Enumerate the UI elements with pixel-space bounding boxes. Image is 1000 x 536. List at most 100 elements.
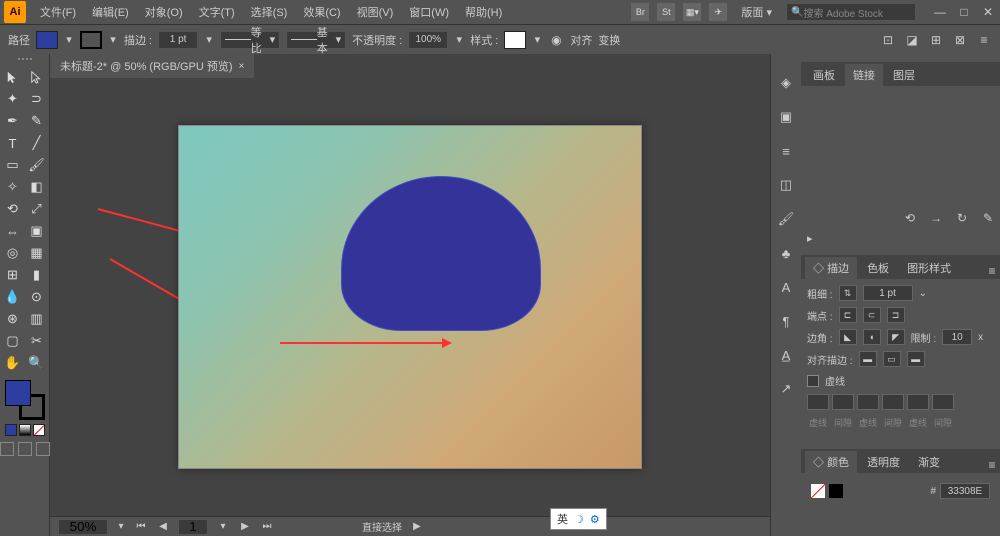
fill-color-indicator[interactable] [5,380,31,406]
menu-file[interactable]: 文件(F) [34,2,82,22]
graphic-style-swatch[interactable] [504,31,526,49]
arrange-icon[interactable]: ▦▾ [683,3,701,21]
paragraph-icon[interactable]: ¶ [777,312,795,330]
draw-normal[interactable] [0,442,14,456]
shape-builder-tool[interactable]: ◎ [1,242,25,264]
fill-stroke-indicator[interactable] [5,380,45,420]
transform-icon[interactable]: ⊠ [952,32,968,48]
opacity-input[interactable] [408,31,448,49]
stroke-weight-input[interactable] [158,31,198,49]
brushes-icon[interactable]: 🖌 [777,210,795,228]
dash-2[interactable] [857,394,879,410]
artboards-icon[interactable]: ▣ [777,108,795,126]
workspace-switcher[interactable]: 版面 ▾ [735,4,778,20]
zoom-dropdown[interactable]: ▾ [116,521,126,532]
color-panel-menu[interactable]: ≡ [984,457,1000,473]
draw-inside[interactable] [36,442,50,456]
update-link-icon[interactable]: ↻ [954,210,970,226]
cap-projecting[interactable]: ⊐ [887,307,905,323]
glyphs-icon[interactable]: A̲ [777,346,795,364]
weight-dropdown[interactable]: ⌄ [919,288,927,299]
brush-preset[interactable]: 基本▾ [286,31,346,49]
opacity-dropdown[interactable]: ▾ [454,33,464,46]
crop-icon[interactable]: ⊞ [928,32,944,48]
weight-stepper[interactable]: ⇅ [839,285,857,301]
panel-menu-icon[interactable]: ≡ [976,32,992,48]
tab-links[interactable]: 链接 [845,64,883,86]
type-tool[interactable]: T [1,132,25,154]
tab-color[interactable]: ◇ 颜色 [805,451,857,473]
artboard-tool[interactable]: ▢ [1,330,25,352]
black-swatch[interactable] [829,484,843,498]
profile-preset[interactable]: 等比▾ [220,31,280,49]
zoom-input[interactable] [58,519,108,535]
menu-help[interactable]: 帮助(H) [459,2,508,22]
transform-link[interactable]: 变换 [598,32,620,48]
first-artboard[interactable]: ⏮ [134,521,148,532]
gap-1[interactable] [832,394,854,410]
line-tool[interactable]: ╱ [25,132,49,154]
color-mode-none[interactable] [33,424,45,436]
none-swatch[interactable] [811,484,825,498]
feedback-icon[interactable]: ✈ [709,3,727,21]
stock-icon[interactable]: St [657,3,675,21]
tab-swatches[interactable]: 色板 [859,257,897,279]
symbol-sprayer-tool[interactable]: ⊛ [1,308,25,330]
blend-tool[interactable]: ⊙ [25,286,49,308]
miter-limit-input[interactable] [942,329,972,345]
ime-gear-icon[interactable]: ⚙ [590,513,600,526]
fill-dropdown[interactable]: ▾ [64,33,74,46]
next-artboard[interactable]: ▶ [238,521,252,532]
links-expand[interactable]: ▸ [801,230,1000,247]
tab-transparency[interactable]: 透明度 [859,451,908,473]
tab-artboards[interactable]: 画板 [805,64,843,86]
cap-butt[interactable]: ⊏ [839,307,857,323]
export-icon[interactable]: ↗ [777,380,795,398]
bridge-icon[interactable]: Br [631,3,649,21]
cap-round[interactable]: ⊂ [863,307,881,323]
draw-behind[interactable] [18,442,32,456]
color-mode-gradient[interactable] [19,424,31,436]
align-icon[interactable]: ≡ [777,142,795,160]
tab-stroke[interactable]: ◇ 描边 [805,257,857,279]
canvas[interactable] [50,78,770,516]
pen-tool[interactable]: ✒ [1,110,25,132]
eyedropper-tool[interactable]: 💧 [1,286,25,308]
slice-tool[interactable]: ✂ [25,330,49,352]
menu-type[interactable]: 文字(T) [193,2,241,22]
zoom-tool[interactable]: 🔍 [25,352,49,374]
character-icon[interactable]: A [777,278,795,296]
color-mode-solid[interactable] [5,424,17,436]
shaper-tool[interactable]: ✧ [1,176,25,198]
corner-round[interactable]: ◖ [863,329,881,345]
graph-tool[interactable]: ▥ [25,308,49,330]
magic-wand-tool[interactable]: ✦ [1,88,25,110]
minimize-button[interactable]: — [932,5,948,19]
isolate-icon[interactable]: ⊡ [880,32,896,48]
shape-path[interactable] [341,176,541,331]
lasso-tool[interactable]: ⊃ [25,88,49,110]
maximize-button[interactable]: □ [956,5,972,19]
scale-tool[interactable]: ⤢ [25,198,49,220]
pathfinder-icon[interactable]: ◫ [777,176,795,194]
menu-select[interactable]: 选择(S) [245,2,294,22]
perspective-tool[interactable]: ▦ [25,242,49,264]
hand-tool[interactable]: ✋ [1,352,25,374]
search-input[interactable]: 🔍 搜索 Adobe Stock [786,3,916,21]
edit-clip-icon[interactable]: ◪ [904,32,920,48]
stroke-swatch[interactable] [80,31,102,49]
menu-window[interactable]: 窗口(W) [403,2,455,22]
relink-icon[interactable]: ⟲ [902,210,918,226]
rotate-tool[interactable]: ⟲ [1,198,25,220]
align-outside[interactable]: ▬ [907,351,925,367]
width-tool[interactable]: ⇔ [1,220,25,242]
gap-3[interactable] [932,394,954,410]
selection-tool[interactable] [1,66,25,88]
stroke-panel-menu[interactable]: ≡ [984,263,1000,279]
mesh-tool[interactable]: ⊞ [1,264,25,286]
gap-2[interactable] [882,394,904,410]
libraries-icon[interactable]: ◈ [777,74,795,92]
symbols-icon[interactable]: ♣ [777,244,795,262]
edit-original-icon[interactable]: ✎ [980,210,996,226]
menu-view[interactable]: 视图(V) [351,2,400,22]
